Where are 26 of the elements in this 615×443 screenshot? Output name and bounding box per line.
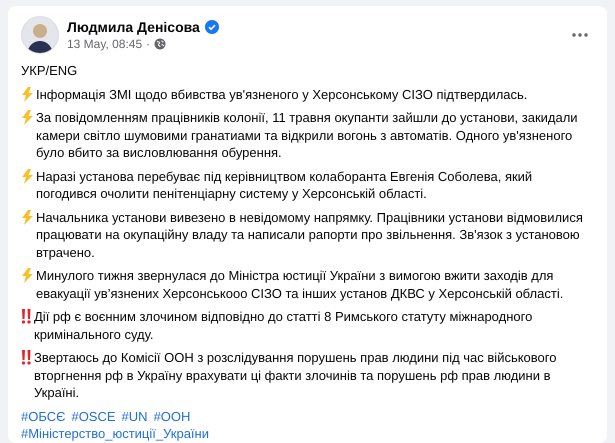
post-paragraph: Звертаюсь до Комісії ООН з розслідування порушень прав людини під час військового вторгнення рф в Україну врахувати ці факти злочинів та порушень рф прав людини в Україні.: [34, 349, 558, 402]
double-exclamation-icon: [21, 350, 32, 365]
post-time[interactable]: 13 May, 08:45: [67, 37, 142, 51]
hashtag-link[interactable]: #Міністерство_юстиції_України: [21, 425, 209, 442]
lightning-icon: [21, 168, 34, 184]
post-paragraph: Дії рф є воєнним злочином відповідно до статті 8 Римського статуту міжнародного кримінального суду.: [34, 308, 534, 343]
lightning-icon: [21, 268, 34, 283]
hashtag-link[interactable]: #ООН: [154, 408, 190, 425]
globe-icon[interactable]: [154, 38, 166, 50]
separator-dot: ·: [146, 37, 150, 51]
post-paragraph: За повідомленням працівників колонії, 11 травня окупанти зайшли до установи, закидали камери світло шумовими гранатиами та відкрили вогонь з автоматів. Одного ув'язненого було вбито за висловлювання обурення.: [36, 109, 579, 162]
lightning-icon: [21, 210, 34, 224]
avatar[interactable]: [21, 16, 59, 54]
post-paragraph: Інформація ЗМІ щодо вбивства ув'язненого у Херсонському СІЗО підтвердилась.: [36, 86, 528, 103]
post-paragraph: Начальника установи вивезено в невідомому напрямку. Працівники установи відмовилися працювати на окупаційну владу та написали рапорти про звільнення. Зв'язок з установою втрачено.: [36, 208, 584, 261]
post-paragraph: Минулого тижня звернулася до Міністра юстиції України з вимогою вжити заходів для евакуації ув’язнених Херсонськооо СІЗО та інших установ ДКВС у Херсонській області.: [36, 267, 564, 302]
more-options-icon: [572, 33, 588, 37]
post-paragraph: УКР/ENG: [21, 62, 78, 80]
author-name[interactable]: Людмила Денісова: [67, 19, 200, 35]
post-paragraph: Наразі установа перебуває під керівництвом колаборанта Евгенія Соболева, який погодився очолити пенітенціарну систему у Херсонській області.: [36, 168, 534, 202]
hashtag-link[interactable]: #UN: [122, 408, 148, 425]
lightning-icon: [21, 86, 34, 102]
lightning-icon: [21, 110, 34, 125]
hashtag-link[interactable]: #OSCE: [71, 408, 116, 425]
double-exclamation-icon: [21, 309, 32, 324]
hashtag-link[interactable]: #ОБСЄ: [21, 408, 66, 425]
